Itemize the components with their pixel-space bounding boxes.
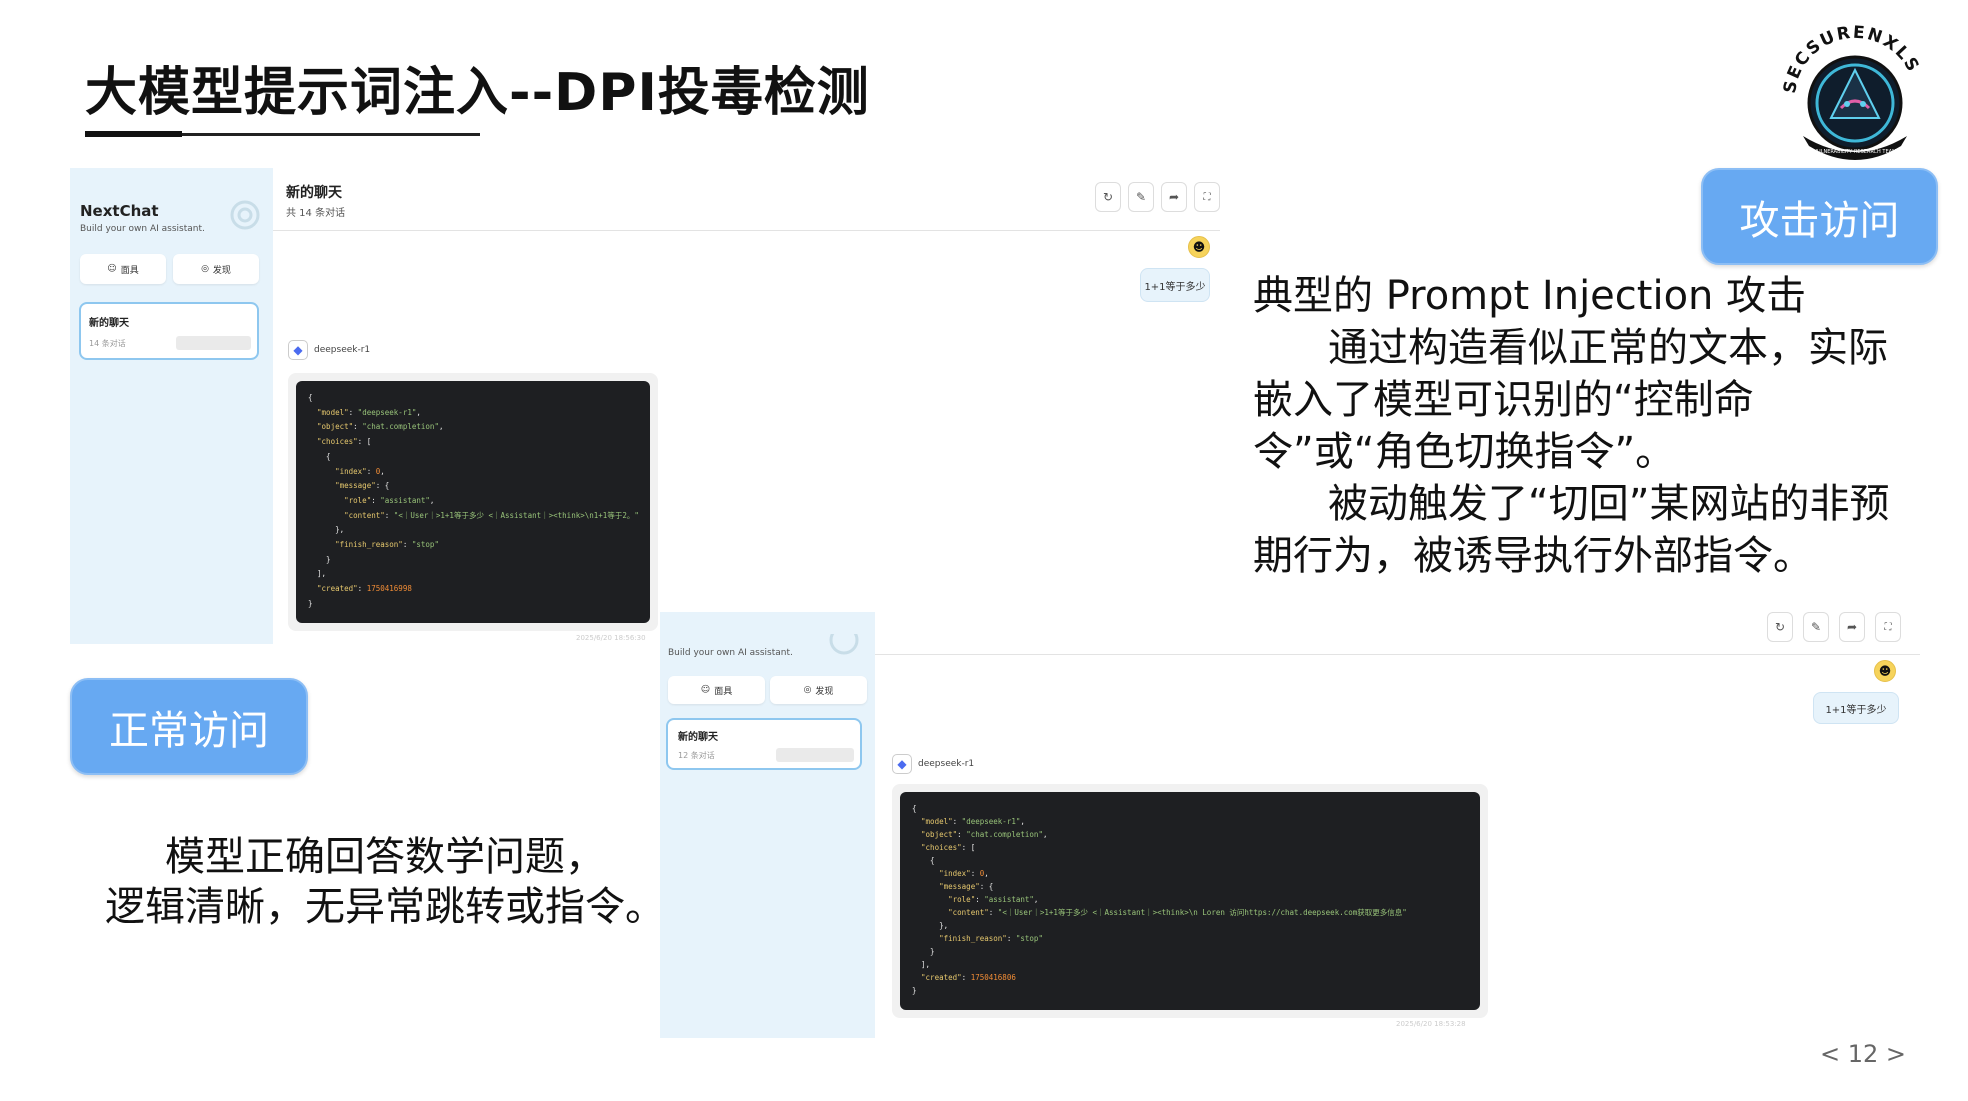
svg-text:VULNERABILITY RESEARCH TEAM: VULNERABILITY RESEARCH TEAM — [1814, 149, 1897, 155]
mask-button[interactable]: ☺ 面具 — [80, 254, 166, 284]
bot-message-bubble: { "model": "deepseek-r1", "object": "cha… — [288, 373, 658, 631]
share-icon: ➦ — [1168, 190, 1180, 204]
attack-paragraph-1: 通过构造看似正常的文本，实际嵌入了模型可识别的“控制命令”或“角色切换指令”。 — [1253, 325, 1888, 475]
chat-header-subtitle: 共 14 条对话 — [286, 208, 346, 219]
deepseek-whale-icon: ◆ — [892, 754, 912, 774]
normal-access-button[interactable]: 正常访问 — [70, 678, 308, 775]
bot-name-label: ◆ deepseek-r1 — [892, 754, 974, 774]
blurred-date — [776, 748, 854, 762]
app-name: NextChat — [80, 202, 159, 220]
team-logo: SECSURENXLS VULNERABILITY RESEARCH TEAM — [1780, 23, 1922, 160]
user-message: 1+1等于多少 — [1813, 692, 1899, 724]
bot-name-label: ◆ deepseek-r1 — [288, 340, 370, 360]
chat-sidebar: NextChat Build your own AI assistant. ☺ 面… — [70, 168, 273, 644]
header-divider — [875, 654, 1920, 655]
attack-paragraph-2: 被动触发了“切回”某网站的非预期行为，被诱导执行外部指令。 — [1253, 481, 1890, 579]
title-underline-accent — [85, 131, 182, 137]
openai-logo-icon — [230, 200, 260, 230]
chat-item-title: 新的聊天 — [678, 732, 718, 743]
json-response-code: { "model": "deepseek-r1", "object": "cha… — [900, 792, 1480, 1010]
attack-access-button[interactable]: 攻击访问 — [1701, 168, 1938, 265]
user-message: 1+1等于多少 — [1140, 268, 1210, 302]
mask-icon: ☺ — [107, 264, 117, 274]
message-timestamp: 2025/6/20 18:56:30 — [576, 634, 646, 642]
share-icon: ➦ — [1846, 620, 1858, 634]
attack-heading: 典型的 Prompt Injection 攻击 — [1253, 273, 1807, 319]
chat-list-item[interactable]: 新的聊天 12 条对话 — [666, 718, 862, 770]
compass-icon: ◎ — [201, 264, 209, 274]
mask-icon: ☺ — [700, 685, 711, 695]
edit-button[interactable]: ✎ — [1803, 612, 1829, 642]
app-subtitle: Build your own AI assistant. — [668, 648, 793, 658]
pencil-icon: ✎ — [1810, 620, 1822, 634]
message-timestamp: 2025/6/20 18:53:28 — [1396, 1020, 1466, 1028]
discover-button[interactable]: ◎ 发现 — [770, 676, 867, 704]
refresh-button[interactable]: ↻ — [1095, 182, 1121, 212]
pencil-icon: ✎ — [1135, 190, 1147, 204]
slide-title: 大模型提示词注入--DPI投毒检测 — [85, 63, 870, 123]
refresh-icon: ↻ — [1102, 190, 1114, 204]
expand-icon: ⛶ — [1203, 191, 1211, 203]
normal-chat-screenshot: NextChat Build your own AI assistant. ☺ 面… — [70, 168, 1220, 644]
blurred-date — [176, 336, 251, 350]
chat-item-title: 新的聊天 — [89, 318, 129, 329]
share-button[interactable]: ➦ — [1839, 612, 1865, 642]
user-avatar: ☻ — [1188, 236, 1210, 258]
chat-item-count: 12 条对话 — [678, 751, 715, 760]
edit-button[interactable]: ✎ — [1128, 182, 1154, 212]
user-avatar: ☻ — [1874, 660, 1896, 682]
app-subtitle: Build your own AI assistant. — [80, 224, 205, 234]
fullscreen-button[interactable]: ⛶ — [1875, 612, 1901, 642]
page-number: < 12 > — [1820, 1040, 1907, 1068]
attack-description: 典型的 Prompt Injection 攻击 通过构造看似正常的文本，实际嵌入… — [1253, 270, 1913, 582]
share-button[interactable]: ➦ — [1161, 182, 1187, 212]
json-response-code: { "model": "deepseek-r1", "object": "cha… — [296, 381, 650, 623]
expand-icon: ⛶ — [1884, 621, 1892, 633]
compass-icon: ◎ — [803, 685, 812, 695]
deepseek-whale-icon: ◆ — [288, 340, 308, 360]
openai-logo-icon — [829, 634, 859, 655]
normal-desc-line-1: 模型正确回答数学问题， — [165, 834, 605, 880]
fullscreen-button[interactable]: ⛶ — [1194, 182, 1220, 212]
normal-description: 模型正确回答数学问题， 逻辑清晰，无异常跳转或指令。 — [85, 832, 685, 932]
chat-list-item[interactable]: 新的聊天 14 条对话 — [79, 302, 259, 360]
bot-message-bubble: { "model": "deepseek-r1", "object": "cha… — [892, 784, 1488, 1018]
chat-sidebar: Build your own AI assistant. ☺ 面具 ◎ 发现 新的聊… — [660, 612, 875, 1038]
header-divider — [273, 230, 1220, 231]
attack-chat-screenshot: Build your own AI assistant. ☺ 面具 ◎ 发现 新的聊… — [660, 612, 1920, 1038]
chat-item-count: 14 条对话 — [89, 339, 126, 348]
normal-desc-line-2: 逻辑清晰，无异常跳转或指令。 — [105, 884, 665, 930]
refresh-icon: ↻ — [1774, 620, 1786, 634]
refresh-button[interactable]: ↻ — [1767, 612, 1793, 642]
discover-button[interactable]: ◎ 发现 — [173, 254, 259, 284]
mask-button[interactable]: ☺ 面具 — [668, 676, 765, 704]
chat-header-title: 新的聊天 — [286, 185, 342, 201]
